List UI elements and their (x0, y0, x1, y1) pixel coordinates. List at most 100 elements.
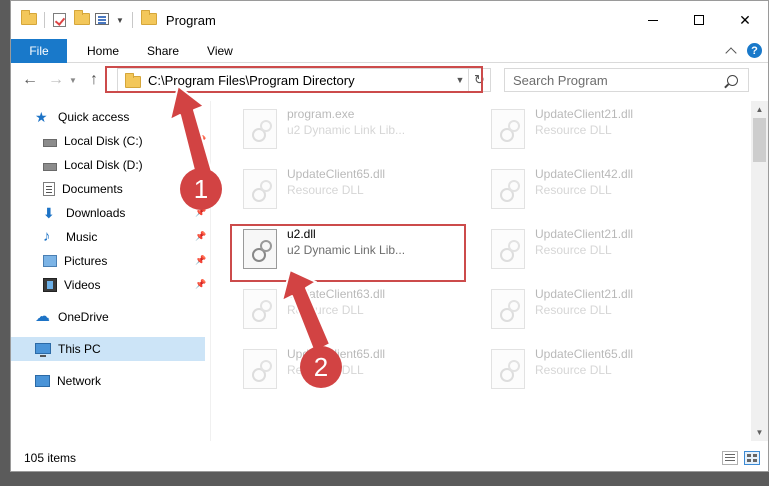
scroll-thumb[interactable] (753, 118, 766, 162)
maximize-button[interactable] (676, 1, 722, 39)
scroll-up-icon[interactable]: ▲ (751, 101, 768, 118)
properties-icon[interactable] (95, 13, 109, 27)
recent-locations-icon[interactable]: ▼ (69, 76, 81, 85)
file-item[interactable]: UpdateClient21.dll Resource DLL (479, 101, 719, 157)
tiles-view-icon[interactable] (744, 451, 760, 465)
maximize-icon (694, 15, 704, 25)
dll-file-icon (491, 289, 525, 329)
file-type: Resource DLL (535, 303, 612, 317)
exe-file-icon (243, 109, 277, 149)
back-button[interactable]: ← (17, 68, 43, 92)
back-arrow-icon: ← (22, 71, 38, 88)
folder-icon[interactable] (21, 10, 37, 27)
sidebar-item-label: Local Disk (C:) (64, 134, 143, 148)
up-button[interactable]: ↑ (81, 68, 107, 92)
search-input[interactable]: Search Program (513, 73, 727, 88)
file-item[interactable]: UpdateClient42.dll Resource DLL (479, 161, 719, 217)
sidebar-item-label: Quick access (58, 110, 130, 124)
sidebar-item-network[interactable]: Network (11, 369, 205, 393)
videos-icon (43, 278, 57, 292)
this-pc-icon (35, 342, 51, 357)
minimize-button[interactable] (630, 1, 676, 39)
file-name: UpdateClient65.dll (535, 347, 634, 361)
details-view-icon[interactable] (722, 451, 738, 465)
sidebar-item-label: Downloads (66, 206, 126, 220)
dll-file-icon (491, 349, 525, 389)
pin-icon[interactable]: 📌 (195, 135, 206, 145)
help-icon[interactable]: ? (747, 43, 762, 58)
status-bar: 105 items (11, 445, 768, 471)
downloads-icon: ⬇ (43, 205, 55, 221)
vertical-scrollbar[interactable]: ▲ ▼ (751, 101, 768, 441)
dll-file-icon (243, 349, 277, 389)
title-bar: ▼ Program ✕ (11, 1, 768, 39)
forward-button[interactable]: → (43, 68, 69, 92)
sidebar-item-label: OneDrive (58, 310, 109, 324)
sidebar-item-onedrive[interactable]: ☁ OneDrive (11, 305, 205, 329)
file-item[interactable]: UpdateClient21.dll Resource DLL (479, 221, 719, 277)
toolbar-divider (131, 12, 133, 28)
file-item[interactable]: UpdateClient63.dll Resource DLL (231, 281, 471, 337)
properties-check-icon[interactable] (53, 13, 67, 27)
sidebar-item-local-disk-d[interactable]: Local Disk (D:) (11, 153, 205, 177)
pin-icon[interactable]: 📌 (195, 279, 206, 289)
sidebar-item-documents[interactable]: Documents 📌 (11, 177, 206, 201)
forward-arrow-icon: → (48, 71, 64, 88)
sidebar-item-label: Network (57, 374, 102, 388)
sidebar-item-quick-access[interactable]: ★ Quick access (11, 105, 205, 129)
sidebar-item-label: Pictures (64, 254, 108, 268)
sidebar-item-music[interactable]: ♪ Music 📌 (11, 225, 206, 249)
sidebar-item-label: This PC (58, 342, 101, 356)
search-box[interactable]: Search Program (504, 68, 749, 92)
pin-icon[interactable]: 📌 (195, 255, 206, 265)
file-type: Resource DLL (535, 363, 612, 377)
sidebar-item-pictures[interactable]: Pictures 📌 (11, 249, 206, 273)
navigation-pane: ★ Quick access Local Disk (C:) 📌 Local D… (11, 101, 211, 441)
file-name: UpdateClient63.dll (287, 287, 386, 301)
file-item[interactable]: UpdateClient65.dllResource DLL (231, 161, 471, 217)
pictures-icon (43, 255, 57, 267)
pin-icon[interactable]: 📌 (195, 231, 206, 241)
file-name: UpdateClient42.dll (535, 167, 634, 181)
close-button[interactable]: ✕ (722, 1, 768, 39)
file-item[interactable]: UpdateClient65.dll Resource DLL (479, 341, 719, 397)
tab-view[interactable]: View (193, 39, 247, 63)
new-folder-icon[interactable] (74, 10, 90, 27)
file-name: UpdateClient21.dll (535, 107, 634, 121)
tab-home[interactable]: Home (73, 39, 133, 63)
sidebar-item-label: Local Disk (D:) (64, 158, 143, 172)
file-item[interactable]: UpdateClient21.dll Resource DLL (479, 281, 719, 337)
file-type: Resource DLL (535, 123, 612, 137)
file-type: Resource DLL (287, 303, 364, 317)
sidebar-item-videos[interactable]: Videos 📌 (11, 273, 206, 297)
sidebar-item-local-disk-c[interactable]: Local Disk (C:) 📌 (11, 129, 206, 153)
expand-ribbon-icon[interactable] (725, 46, 737, 59)
file-item-program-exe[interactable]: program.exe u2 Dynamic Link Lib... (231, 101, 471, 157)
file-item[interactable]: UpdateClient65.dllResource DLL (231, 341, 471, 397)
dll-file-icon (491, 169, 525, 209)
tab-share[interactable]: Share (133, 39, 193, 63)
sidebar-item-downloads[interactable]: ⬇ Downloads 📌 (11, 201, 206, 225)
disk-icon (43, 139, 57, 147)
step-2-badge: 2 (300, 346, 342, 388)
step-1-badge: 1 (180, 168, 222, 210)
file-highlight-box (230, 224, 466, 282)
close-icon: ✕ (739, 11, 751, 28)
sidebar-item-label: Documents (62, 182, 123, 196)
scroll-down-icon[interactable]: ▼ (751, 424, 768, 441)
star-icon: ★ (35, 109, 48, 125)
tab-file[interactable]: File (11, 38, 67, 63)
sidebar-item-this-pc[interactable]: This PC (11, 337, 205, 361)
disk-icon (43, 163, 57, 171)
search-icon[interactable] (727, 74, 738, 86)
dll-file-icon (243, 289, 277, 329)
item-count: 105 items (24, 451, 77, 465)
sidebar-item-label: Music (66, 230, 98, 244)
customize-toolbar-icon[interactable]: ▼ (116, 16, 124, 25)
up-arrow-icon: ↑ (90, 71, 98, 88)
dll-file-icon (243, 169, 277, 209)
address-highlight-box (105, 66, 483, 93)
file-type: Resource DLL (535, 183, 612, 197)
ribbon-tabs: File Home Share View ? (11, 38, 768, 63)
sidebar-item-label: Videos (64, 278, 101, 292)
